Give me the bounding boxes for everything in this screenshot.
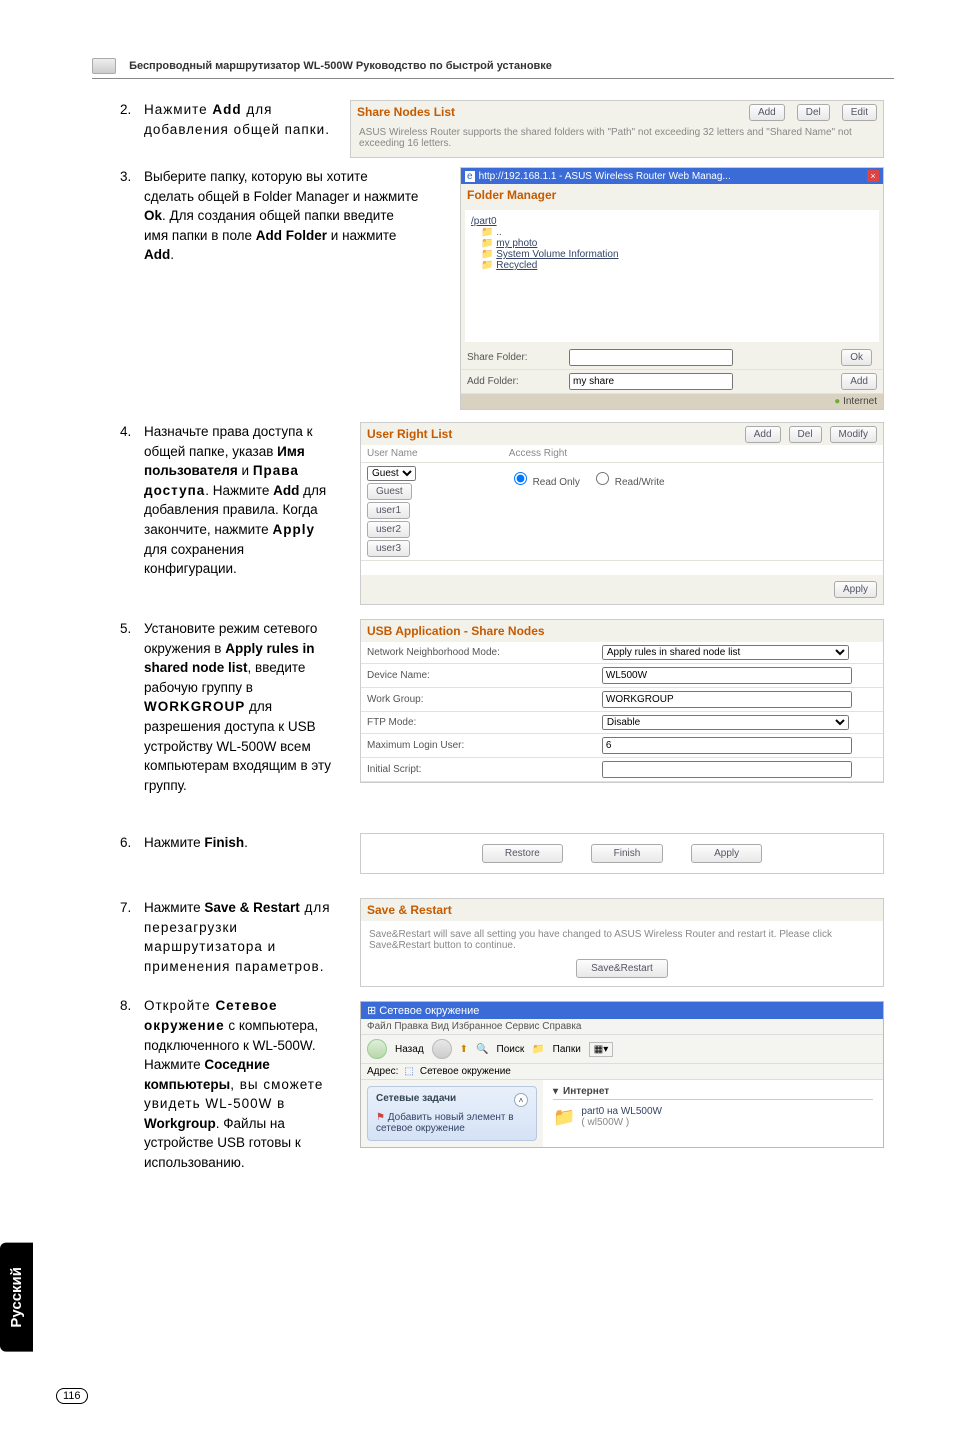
window-titlebar: e http://192.168.1.1 - ASUS Wireless Rou… — [461, 168, 883, 184]
read-only-radio[interactable]: Read Only — [509, 477, 580, 488]
close-icon[interactable]: × — [867, 170, 879, 182]
step-6: 6. Нажмите Finish. — [120, 833, 340, 853]
user-right-panel: User Right List Add Del Modify User Name… — [360, 422, 884, 605]
finish-button[interactable]: Finish — [591, 844, 664, 863]
usb-app-panel: USB Application - Share Nodes Network Ne… — [360, 619, 884, 783]
step-5: 5. Установите режим сетевого окружения в… — [120, 619, 340, 795]
search-icon[interactable]: 🔍 — [476, 1044, 488, 1055]
share-nodes-desc: ASUS Wireless Router supports the shared… — [351, 123, 883, 157]
step-4: 4. Назначьте права доступа к общей папке… — [120, 422, 340, 579]
step-7: 7. Нажмите Save & Restart для перезагруз… — [120, 898, 340, 976]
folder-icon: 📁 — [481, 238, 493, 249]
view-icon[interactable]: ▦▾ — [589, 1042, 613, 1057]
step-8: 8. Откройте Сетевое окружение с компьюте… — [120, 996, 340, 1172]
folder-icon: 📁 — [481, 227, 493, 238]
apply-button[interactable]: Apply — [691, 844, 762, 863]
globe-icon: ● — [834, 396, 840, 407]
folder-icon: 📁 — [481, 260, 493, 271]
language-tab: Русский — [0, 1243, 33, 1352]
share-nodes-title: Share Nodes List — [351, 101, 461, 123]
step-3: 3. Выберите папку, которую вы хотите сде… — [120, 167, 420, 265]
toolbar: Назад ⬆ 🔍Поиск 📁Папки ▦▾ — [361, 1034, 883, 1064]
back-icon[interactable] — [367, 1039, 387, 1059]
network-window: ⊞ Сетевое окружение Файл Правка Вид Избр… — [360, 1001, 884, 1148]
network-icon: ⊞ — [367, 1005, 376, 1017]
up-icon[interactable]: ⬆ — [460, 1044, 468, 1055]
header-title: Беспроводный маршрутизатор WL-500W Руков… — [129, 60, 552, 72]
folders-icon[interactable]: 📁 — [532, 1044, 544, 1055]
collapse-icon[interactable]: ˄ — [514, 1093, 528, 1107]
book-icon — [92, 58, 116, 74]
read-write-radio[interactable]: Read/Write — [591, 477, 665, 488]
del-button[interactable]: Del — [789, 426, 822, 443]
ok-button[interactable]: Ok — [841, 349, 872, 366]
edit-button[interactable]: Edit — [842, 104, 877, 121]
apply-button[interactable]: Apply — [834, 581, 877, 598]
network-icon: ⬚ — [404, 1066, 413, 1077]
ie-icon: e — [465, 171, 475, 182]
window-titlebar: ⊞ Сетевое окружение — [361, 1002, 883, 1019]
finish-bar: Restore Finish Apply — [360, 833, 884, 874]
save-restart-panel: Save & Restart Save&Restart will save al… — [360, 898, 884, 987]
modify-button[interactable]: Modify — [830, 426, 877, 443]
add-button[interactable]: Add — [841, 373, 877, 390]
forward-icon[interactable] — [432, 1039, 452, 1059]
share-nodes-panel: Share Nodes List Add Del Edit ASUS Wirel… — [350, 100, 884, 158]
del-button[interactable]: Del — [797, 104, 830, 121]
share-folder-icon[interactable]: 📁 — [553, 1107, 575, 1128]
page-header: Беспроводный маршрутизатор WL-500W Руков… — [92, 58, 894, 79]
add-folder-input[interactable] — [569, 373, 733, 390]
share-folder-input[interactable] — [569, 349, 733, 366]
folder-icon: 📁 — [481, 249, 493, 260]
add-place-icon[interactable]: ⚑ — [376, 1112, 385, 1123]
menu-bar[interactable]: Файл Правка Вид Избранное Сервис Справка — [361, 1019, 883, 1034]
folder-manager-panel: e http://192.168.1.1 - ASUS Wireless Rou… — [460, 167, 884, 410]
step-2: 2. Нажмите Add для добавления общей папк… — [120, 100, 330, 139]
add-button[interactable]: Add — [749, 104, 785, 121]
side-title: Сетевые задачи — [376, 1093, 456, 1104]
user-select[interactable]: Guest — [367, 466, 416, 481]
restore-button[interactable]: Restore — [482, 844, 563, 863]
page-number: 116 — [56, 1388, 88, 1404]
save-restart-button[interactable]: Save&Restart — [576, 959, 668, 978]
add-button[interactable]: Add — [745, 426, 781, 443]
